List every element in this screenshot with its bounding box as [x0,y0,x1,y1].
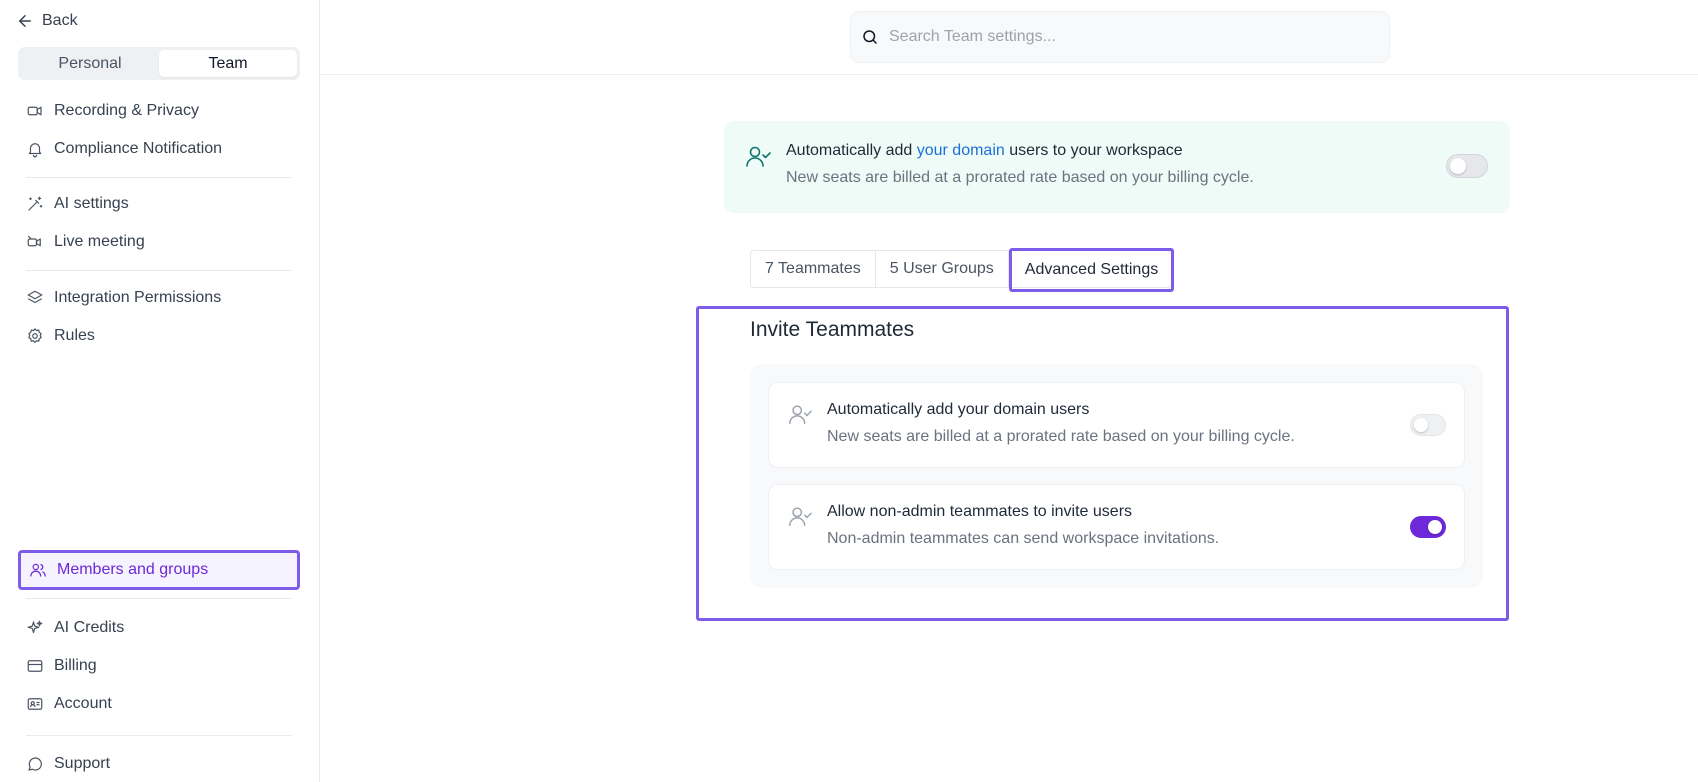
banner-title: Automatically add your domain users to y… [786,142,1183,160]
sidebar-item-billing[interactable]: Billing [18,648,300,684]
toggle-knob [1428,520,1442,534]
arrow-left-icon [19,15,31,27]
sidebar-item-live-meeting[interactable]: Live meeting [18,224,300,260]
gear-icon [28,328,42,343]
setting-auto-add-domain-users: Automatically add your domain users New … [768,382,1465,468]
setting-title: Allow non-admin teammates to invite user… [827,503,1133,520]
sidebar-item-ai-credits[interactable]: AI Credits [18,610,300,646]
sidebar-item-label: AI settings [54,195,129,212]
user-check-icon [789,405,812,425]
bell-icon [28,143,42,158]
members-tabs: 7 Teammates 5 User Groups Advanced Setti… [750,248,1175,292]
sidebar-item-label: Recording & Privacy [54,102,199,119]
back-label: Back [42,12,78,29]
setting-description: Non-admin teammates can send workspace i… [827,530,1220,547]
id-card-icon [27,698,43,710]
sidebar-item-members-and-groups[interactable]: Members and groups [18,550,300,590]
sidebar-item-label: Support [54,755,111,772]
sidebar: Back Personal Team Recording & Privacy C… [0,0,320,782]
auto-add-domain-users-toggle[interactable] [1410,414,1446,436]
sidebar-item-label: Billing [54,657,97,674]
user-check-icon [746,146,771,167]
search-icon [863,30,877,44]
setting-description: New seats are billed at a prorated rate … [827,428,1295,445]
search-box [850,11,1390,63]
sidebar-item-support[interactable]: Support [18,746,300,782]
banner-description: New seats are billed at a prorated rate … [786,169,1254,186]
top-bar [320,0,1698,75]
search-input[interactable] [889,28,1369,46]
video-icon [27,106,42,116]
segment-personal[interactable]: Personal [21,50,159,77]
sidebar-item-compliance-notification[interactable]: Compliance Notification [18,131,300,167]
users-icon [30,563,46,577]
sidebar-item-label: AI Credits [54,619,125,636]
toggle-knob [1414,418,1428,432]
sidebar-divider [26,735,292,736]
tab-user-groups[interactable]: 5 User Groups [876,251,1009,287]
chat-bubble-icon [28,757,42,771]
section-title: Invite Teammates [750,318,915,341]
sidebar-item-integration-permissions[interactable]: Integration Permissions [18,280,300,316]
sidebar-item-label: Integration Permissions [54,289,222,306]
back-button[interactable]: Back [16,12,78,30]
tab-teammates[interactable]: 7 Teammates [751,251,876,287]
banner-title-prefix: Automatically add [786,142,917,159]
scope-switcher: Personal Team [18,47,300,80]
sidebar-item-label: Live meeting [54,233,145,250]
sidebar-divider [26,598,292,599]
sidebar-item-label: Rules [54,327,95,344]
segment-team[interactable]: Team [159,50,297,77]
banner-title-suffix: users to your workspace [1004,142,1183,159]
sidebar-divider [26,177,292,178]
toggle-knob [1450,158,1466,174]
setting-title: Automatically add your domain users [827,401,1090,418]
sidebar-item-recording-privacy[interactable]: Recording & Privacy [18,93,300,129]
invite-settings-panel: Automatically add your domain users New … [750,364,1483,588]
magic-wand-icon [28,196,43,211]
sidebar-item-account[interactable]: Account [18,686,300,722]
sidebar-item-label: Compliance Notification [54,140,223,157]
your-domain-link[interactable]: your domain [917,142,1005,159]
sidebar-divider [26,270,292,271]
layers-icon [27,290,43,304]
video-off-icon [27,235,41,247]
sidebar-item-ai-settings[interactable]: AI settings [18,186,300,222]
user-check-icon [789,507,812,527]
allow-non-admin-invites-toggle[interactable] [1410,516,1446,538]
credit-card-icon [27,660,43,672]
sparkles-icon [27,620,43,634]
sidebar-item-rules[interactable]: Rules [18,318,300,354]
banner-auto-add-toggle[interactable] [1446,154,1488,178]
sidebar-item-label: Members and groups [57,561,209,578]
domain-users-banner: Automatically add your domain users to y… [724,121,1510,213]
tab-advanced-settings[interactable]: Advanced Settings [1008,248,1175,292]
setting-allow-non-admin-invites: Allow non-admin teammates to invite user… [768,484,1465,570]
sidebar-item-label: Account [54,695,112,712]
